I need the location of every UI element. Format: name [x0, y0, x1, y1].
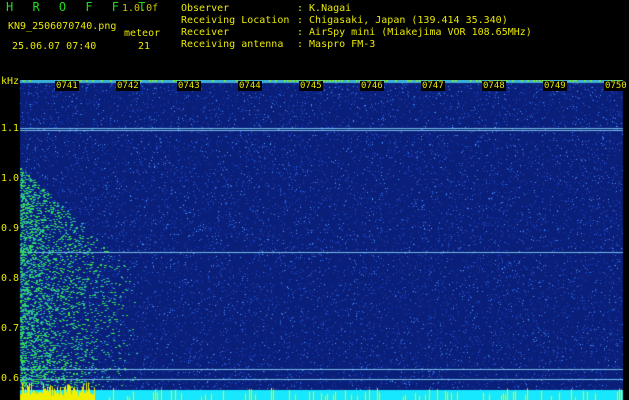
y-tick-label: 1.0: [1, 173, 20, 184]
info-value-location: : Chigasaki, Japan (139.414 35.340): [297, 15, 508, 26]
spectrogram-canvas: [0, 80, 629, 400]
app-version: 1.0.0f: [122, 3, 159, 14]
info-value-receiver: : AirSpy mini (Miakejima VOR 108.65MHz): [297, 27, 532, 38]
y-tick-label: 0.6: [1, 373, 20, 384]
info-key-observer: Observer: [181, 3, 230, 14]
info-key-antenna: Receiving antenna: [181, 39, 284, 50]
info-key-receiver: Receiver: [181, 27, 230, 38]
y-tick-label: 0.9: [1, 223, 20, 234]
y-tick-label: 0.8: [1, 273, 20, 284]
time-tick-label: 0742: [116, 81, 140, 91]
file-name: KN9_2506070740.png: [8, 21, 117, 32]
info-key-location: Receiving Location: [181, 15, 290, 26]
info-value-antenna: : Maspro FM-3: [297, 39, 376, 50]
time-tick-label: 0745: [299, 81, 323, 91]
time-tick-label: 0748: [482, 81, 506, 91]
time-tick-label: 0747: [421, 81, 445, 91]
time-tick-label: 0741: [55, 81, 79, 91]
time-tick-label: 0744: [238, 81, 262, 91]
y-tick-label: 1.1: [1, 123, 20, 134]
y-tick-label: 0.7: [1, 323, 20, 334]
meteor-count: 21: [138, 41, 151, 52]
time-tick-label: 0746: [360, 81, 384, 91]
header-panel: H R O F F T 1.0.0f KN9_2506070740.png me…: [0, 0, 629, 78]
meteor-label: meteor: [124, 28, 161, 39]
info-value-observer: : K.Nagai: [297, 3, 352, 14]
time-tick-label: 0743: [177, 81, 201, 91]
time-tick-label: 0749: [543, 81, 567, 91]
y-axis-unit-label: kHz: [1, 76, 20, 87]
time-tick-label: 0750: [604, 81, 628, 91]
timestamp: 25.06.07 07:40: [12, 41, 97, 52]
